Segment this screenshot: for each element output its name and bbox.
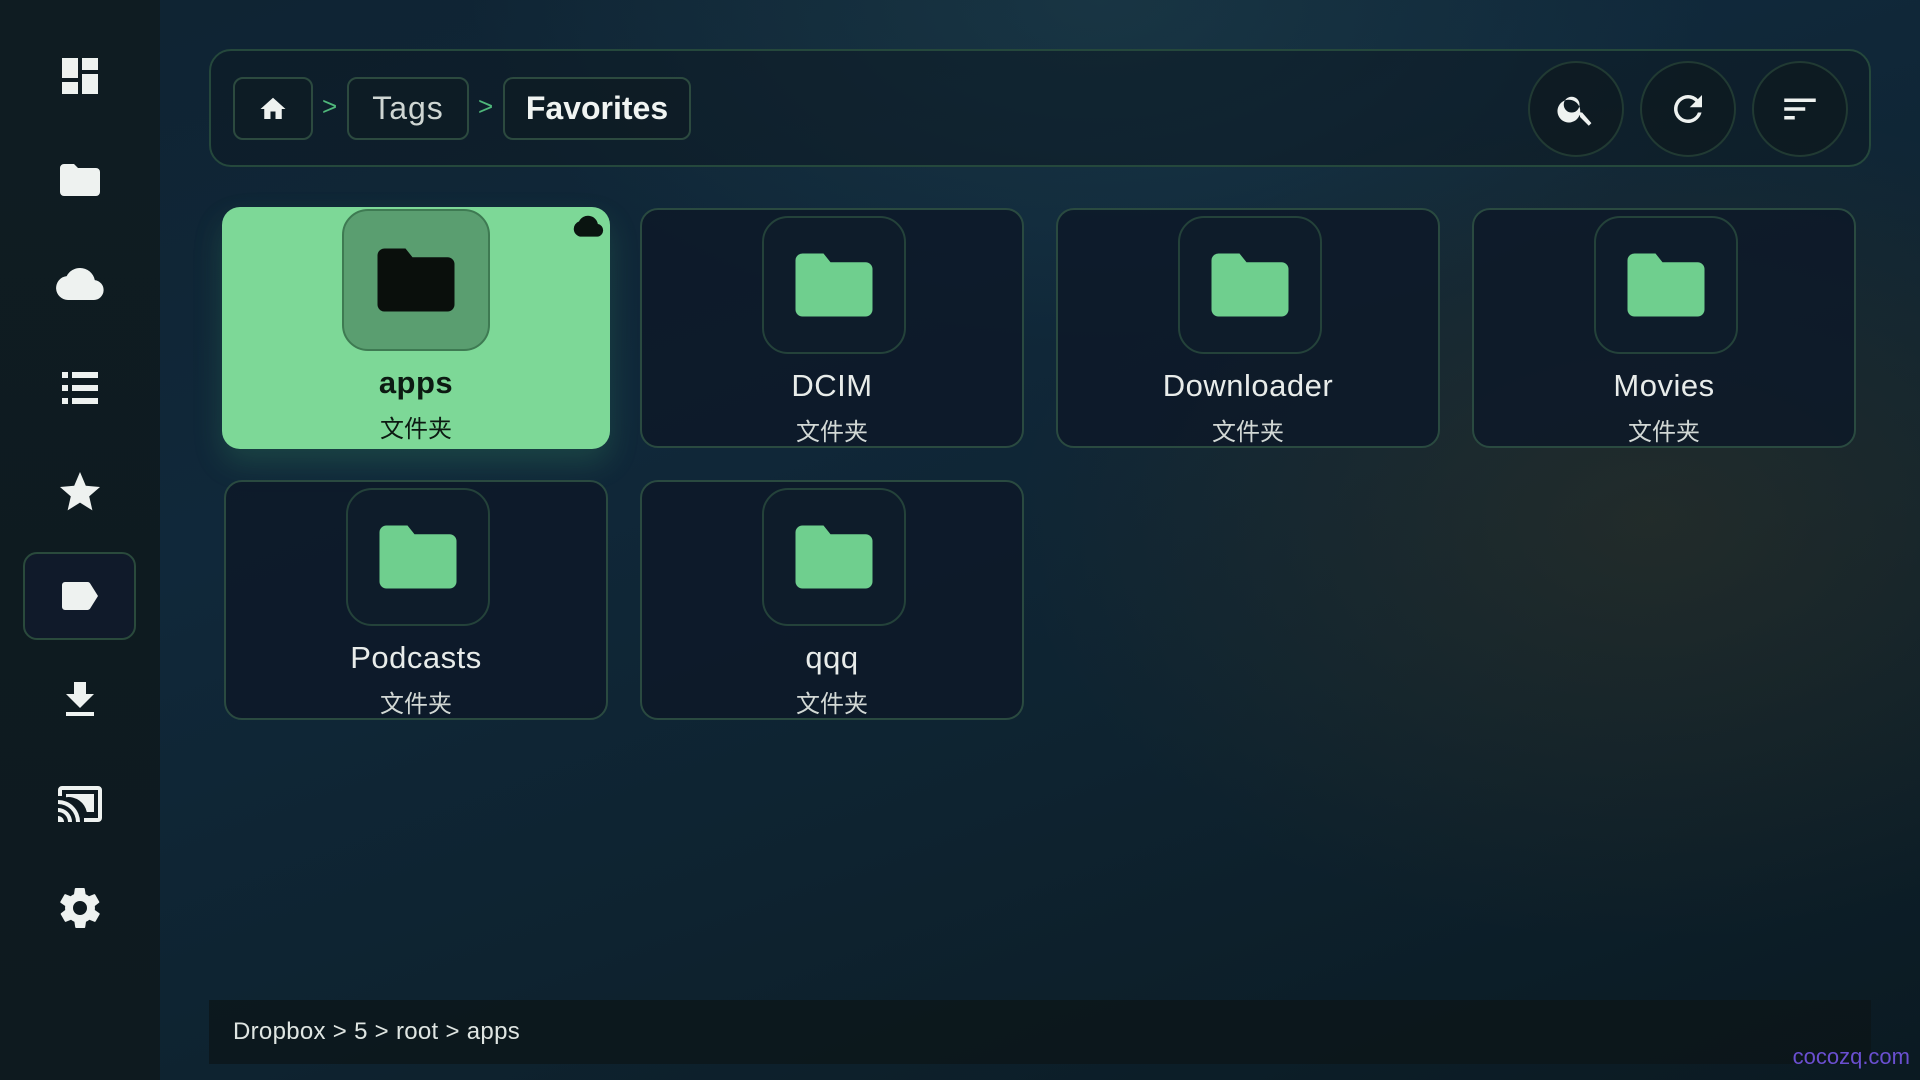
dashboard-icon <box>61 58 98 94</box>
cloud-icon <box>573 215 604 237</box>
nav-settings[interactable] <box>23 864 136 952</box>
refresh-button[interactable] <box>1640 61 1736 157</box>
breadcrumb-separator: > <box>478 91 494 121</box>
current-path: Dropbox > 5 > root > apps <box>233 1018 521 1045</box>
watermark: cocozq.com <box>1792 1044 1910 1069</box>
file-card-movies[interactable]: Movies 文件夹 <box>1472 208 1856 448</box>
download-icon <box>65 682 94 716</box>
file-name: qqq <box>805 640 859 675</box>
file-type: 文件夹 <box>1628 419 1700 446</box>
nav-favorites[interactable] <box>23 448 136 536</box>
breadcrumb-favorites[interactable]: Favorites <box>503 77 691 140</box>
folder-icon <box>59 164 100 196</box>
folder-thumb <box>1178 216 1322 354</box>
file-type: 文件夹 <box>1212 419 1284 446</box>
file-type: 文件夹 <box>796 691 868 718</box>
search-icon <box>1557 96 1592 126</box>
file-type: 文件夹 <box>380 691 452 718</box>
nav-dashboard[interactable] <box>23 32 136 120</box>
nav-downloads[interactable] <box>23 656 136 744</box>
folder-icon <box>1211 253 1289 317</box>
tag-icon <box>61 582 98 610</box>
file-name: Movies <box>1613 368 1715 403</box>
file-name: Downloader <box>1162 368 1334 403</box>
nav-list[interactable] <box>23 344 136 432</box>
file-name: DCIM <box>791 368 873 403</box>
folder-icon <box>795 525 873 589</box>
file-card-qqq[interactable]: qqq 文件夹 <box>640 480 1024 720</box>
file-card-podcasts[interactable]: Podcasts 文件夹 <box>224 480 608 720</box>
breadcrumb-separator: > <box>322 91 338 121</box>
settings-icon <box>59 887 100 929</box>
nav-cast[interactable] <box>23 760 136 848</box>
cast-icon <box>57 786 102 822</box>
folder-thumb <box>762 488 906 626</box>
top-bar: > Tags > Favorites <box>209 49 1871 167</box>
file-card-dcim[interactable]: DCIM 文件夹 <box>640 208 1024 448</box>
nav-cloud[interactable] <box>23 240 136 328</box>
sidebar <box>0 0 160 1080</box>
folder-icon <box>795 253 873 317</box>
nav-files[interactable] <box>23 136 136 224</box>
folder-icon <box>1627 253 1705 317</box>
folder-icon <box>379 525 457 589</box>
sort-icon <box>1784 98 1816 120</box>
breadcrumb-tags[interactable]: Tags <box>347 77 469 140</box>
folder-thumb <box>342 209 490 351</box>
search-button[interactable] <box>1528 61 1624 157</box>
folder-icon <box>377 248 455 312</box>
file-type: 文件夹 <box>380 416 452 443</box>
cloud-icon <box>55 267 104 300</box>
file-name: apps <box>378 365 454 400</box>
folder-thumb <box>346 488 490 626</box>
home-icon <box>260 97 286 119</box>
file-card-downloader[interactable]: Downloader 文件夹 <box>1056 208 1440 448</box>
nav-tags[interactable] <box>23 552 136 640</box>
current-path-bar: Dropbox > 5 > root > apps <box>209 1000 1871 1064</box>
folder-thumb <box>1594 216 1738 354</box>
sort-button[interactable] <box>1752 61 1848 157</box>
file-card-apps[interactable]: apps 文件夹 <box>222 207 610 449</box>
breadcrumb-home[interactable] <box>233 77 313 140</box>
file-type: 文件夹 <box>796 419 868 446</box>
folder-thumb <box>762 216 906 354</box>
refresh-icon <box>1673 94 1702 123</box>
list-icon <box>61 372 98 404</box>
file-name: Podcasts <box>350 640 482 675</box>
star-icon <box>59 472 100 511</box>
